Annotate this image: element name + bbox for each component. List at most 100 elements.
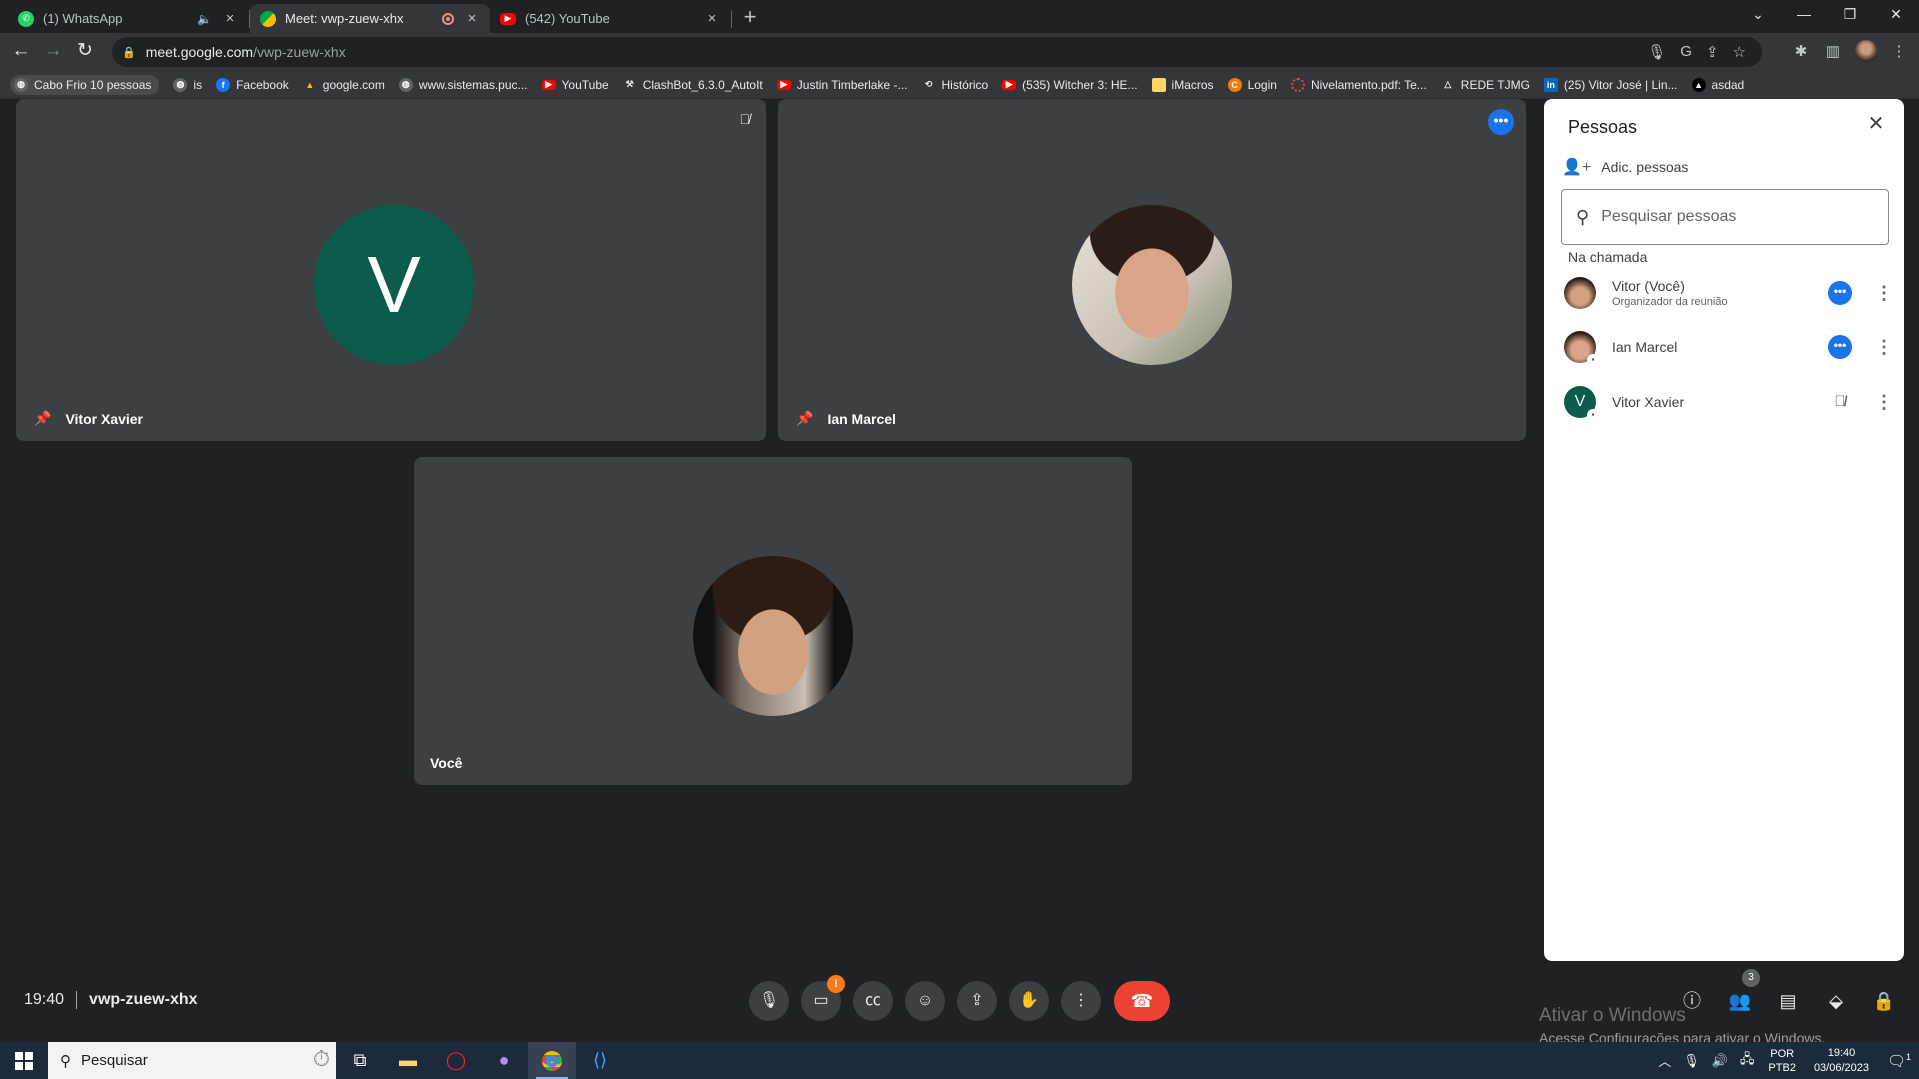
bookmark-item[interactable]: ▲ google.com [303, 78, 385, 92]
taskbar-search-input[interactable]: ⚲ Pesquisar ⏱ [48, 1042, 336, 1079]
tab-meet[interactable]: Meet: vwp-zuew-xhx × [250, 4, 490, 33]
participant-tile-vitor-xavier[interactable]: 🎙̸ V 📌 Vitor Xavier [16, 99, 766, 441]
add-people-button[interactable]: 👤+ Adic. pessoas [1562, 157, 1688, 177]
tab-search-icon[interactable]: ⌄ [1735, 0, 1781, 30]
notification-icon[interactable]: 🗨1 [1879, 1052, 1919, 1070]
globe-icon: ◍ [173, 77, 188, 92]
present-button[interactable]: ⇪ [957, 981, 997, 1021]
camera-button[interactable]: ▭! [801, 975, 845, 1021]
bookmark-item[interactable]: ▶ YouTube [541, 78, 609, 92]
participant-tile-ian-marcel[interactable]: ••• 📌 Ian Marcel [778, 99, 1526, 441]
participant-row[interactable]: ▪ Ian Marcel ••• ⋮ [1564, 327, 1894, 367]
tab-youtube[interactable]: ▶ (542) YouTube × [490, 4, 730, 33]
windows-logo-icon [15, 1051, 33, 1070]
volume-icon[interactable]: 🔊 [1712, 1053, 1728, 1069]
profile-avatar[interactable] [1855, 40, 1877, 62]
hand-icon: ✋ [1019, 992, 1039, 1009]
input-language[interactable]: POR PTB2 [1768, 1047, 1796, 1075]
pin-icon[interactable]: 📌 [34, 410, 51, 427]
bookmark-item[interactable]: f Facebook [216, 77, 289, 92]
task-view-icon[interactable]: ⧉ [336, 1042, 384, 1079]
lock-icon[interactable]: 🔒 [122, 46, 136, 59]
youtube-icon: ▶ [541, 79, 556, 90]
bookmark-item[interactable]: ▲ asdad [1691, 77, 1744, 92]
chrome-icon[interactable] [528, 1042, 576, 1079]
leave-call-button[interactable]: ☎ [1114, 981, 1170, 1021]
mic-off-icon[interactable]: 🎙̸ [1828, 390, 1852, 414]
participant-row[interactable]: V ▪ Vitor Xavier 🎙̸ ⋮ [1564, 382, 1894, 422]
kebab-menu-icon[interactable]: ⋮ [1874, 283, 1894, 304]
host-controls-button[interactable]: 🔒 [1870, 987, 1898, 1015]
raise-hand-button[interactable]: ✋ [1009, 981, 1049, 1021]
new-tab-button[interactable]: + [736, 4, 764, 32]
more-options-icon[interactable]: ••• [1828, 335, 1852, 359]
bookmark-item[interactable]: ◍ is [173, 77, 202, 92]
opera-icon[interactable]: ◯ [432, 1042, 480, 1079]
participant-name: 📌 Ian Marcel [796, 410, 896, 427]
microphone-icon[interactable]: 🎙 [1647, 43, 1666, 61]
address-bar[interactable]: 🔒 meet.google.com/vwp-zuew-xhx 🎙 G ⇪ ☆ [112, 37, 1762, 67]
more-options-icon[interactable]: ••• [1828, 281, 1852, 305]
start-button[interactable] [0, 1042, 48, 1079]
bookmark-item[interactable]: ⚒ ClashBot_6.3.0_AutoIt [623, 78, 763, 92]
restore-button[interactable]: ❐ [1827, 0, 1873, 30]
avatar [693, 556, 853, 716]
bookmark-item[interactable]: ◍ www.sistemas.puc... [398, 77, 528, 92]
bookmark-item[interactable]: in (25) Vitor José | Lin... [1543, 77, 1678, 92]
reload-icon[interactable]: ↻ [72, 39, 98, 65]
speaker-icon[interactable]: 🔈 [197, 12, 212, 26]
triangle-icon: △ [1444, 79, 1452, 89]
back-arrow-icon[interactable]: ← [8, 39, 34, 65]
close-tab-icon[interactable]: × [222, 10, 238, 27]
url-path: /vwp-zuew-xhx [253, 44, 346, 60]
extensions-icon[interactable]: ✱ [1790, 42, 1812, 64]
bookmark-item[interactable]: ◍ Cabo Frio 10 pessoas [10, 74, 160, 95]
github-icon[interactable]: ● [480, 1042, 528, 1079]
emoji-button[interactable]: ☺ [905, 981, 945, 1021]
captions-button[interactable]: ㏄ [853, 981, 893, 1021]
participant-row[interactable]: Vitor (Você) Organizador da reunião ••• … [1564, 273, 1894, 313]
bookmark-item[interactable]: C Login [1227, 77, 1277, 92]
vscode-icon[interactable]: ⟨⟩ [576, 1042, 624, 1079]
close-tab-icon[interactable]: × [464, 10, 480, 27]
section-label: Na chamada [1568, 249, 1648, 265]
search-people-input[interactable]: ⚲ Pesquisar pessoas [1561, 189, 1889, 245]
chat-button[interactable]: ▤ [1774, 987, 1802, 1015]
more-options-button[interactable]: ⋮ [1061, 981, 1101, 1021]
bookmark-star-icon[interactable]: ☆ [1733, 43, 1746, 61]
participant-tile-self[interactable]: Você [414, 457, 1132, 785]
people-panel: Pessoas ✕ 👤+ Adic. pessoas ⚲ Pesquisar p… [1544, 99, 1904, 961]
activities-button[interactable]: ⬙ [1822, 987, 1850, 1015]
minimize-button[interactable]: — [1781, 0, 1827, 30]
share-icon[interactable]: ⇪ [1706, 43, 1719, 61]
menu-kebab-icon[interactable]: ⋮ [1888, 42, 1910, 64]
bookmark-item[interactable]: Nivelamento.pdf: Te... [1290, 77, 1427, 92]
activities-icon: ⬙ [1829, 991, 1843, 1011]
tab-whatsapp[interactable]: ✆ (1) WhatsApp 🔈 × [8, 4, 248, 33]
more-options-icon[interactable]: ••• [1488, 109, 1514, 135]
side-panel-icon[interactable]: ▥ [1822, 42, 1844, 64]
forward-arrow-icon[interactable]: → [40, 39, 66, 65]
file-explorer-icon[interactable]: ▬ [384, 1042, 432, 1079]
network-icon[interactable]: 🖧 [1740, 1050, 1755, 1072]
kebab-menu-icon[interactable]: ⋮ [1874, 392, 1894, 413]
microphone-icon[interactable]: 🎙 [1683, 1053, 1700, 1069]
people-button[interactable]: 👥 [1726, 987, 1754, 1015]
bookmark-item[interactable]: ▶ Justin Timberlake -... [776, 78, 907, 92]
close-icon[interactable]: ✕ [1864, 113, 1888, 137]
bookmark-item[interactable]: ⟲ Histórico [921, 78, 988, 92]
pin-icon[interactable]: 📌 [796, 410, 813, 427]
meeting-info-button[interactable]: ⓘ [1678, 987, 1706, 1015]
google-lens-icon[interactable]: G [1680, 43, 1692, 61]
people-icon: 👥 [1728, 991, 1752, 1011]
microphone-button[interactable]: 🎙 [749, 981, 789, 1021]
close-window-button[interactable]: ✕ [1873, 0, 1919, 30]
info-icon: ⓘ [1683, 991, 1701, 1011]
bookmark-item[interactable]: iMacros [1151, 77, 1214, 92]
chevron-up-icon[interactable]: ︿ [1658, 1051, 1671, 1070]
close-tab-icon[interactable]: × [704, 10, 720, 27]
bookmark-item[interactable]: △ REDE TJMG [1441, 78, 1530, 92]
clock[interactable]: 19:40 03/06/2023 [1814, 1046, 1869, 1076]
kebab-menu-icon[interactable]: ⋮ [1874, 337, 1894, 358]
bookmark-item[interactable]: ▶ (535) Witcher 3: HE... [1002, 78, 1138, 92]
